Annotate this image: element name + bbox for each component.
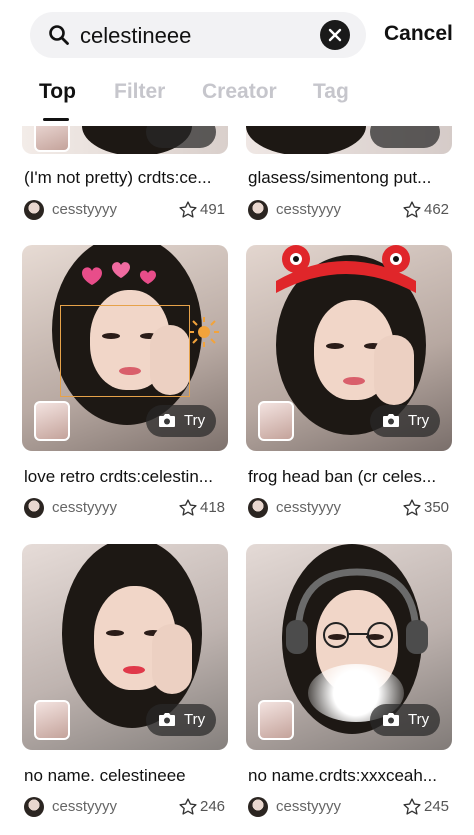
- camera-icon: [383, 414, 399, 427]
- creator-row[interactable]: cesstyyyy 418: [24, 498, 230, 520]
- avatar[interactable]: [24, 797, 44, 817]
- tab-bar: Top Filter Creator Tag: [0, 80, 474, 114]
- effect-title[interactable]: no name.crdts:xxxceah...: [248, 766, 454, 786]
- headphones-overlay: [286, 568, 428, 654]
- try-button[interactable]: [370, 126, 440, 148]
- try-label: Try: [408, 711, 430, 728]
- creator-row[interactable]: cesstyyyy 245: [248, 797, 454, 819]
- creator-name[interactable]: cesstyyyy: [276, 201, 341, 218]
- creator-row[interactable]: cesstyyyy 491: [24, 200, 230, 222]
- tab-tag[interactable]: Tag: [313, 80, 349, 104]
- creator-name[interactable]: cesstyyyy: [52, 201, 117, 218]
- result-card[interactable]: glasess/simentong put... cesstyyyy 462: [246, 126, 452, 222]
- try-button[interactable]: Try: [146, 704, 216, 736]
- tab-creator[interactable]: Creator: [202, 80, 277, 104]
- result-card[interactable]: (I'm not pretty) crdts:ce... cesstyyyy 4…: [22, 126, 228, 222]
- clear-search-button[interactable]: [320, 20, 350, 50]
- star-icon[interactable]: [402, 797, 422, 817]
- effect-thumbnail[interactable]: Try: [22, 245, 228, 451]
- result-card[interactable]: Try love retro crdts:celestin... cesstyy…: [22, 245, 228, 520]
- creator-row[interactable]: cesstyyyy 350: [248, 498, 454, 520]
- effect-thumbnail[interactable]: [246, 126, 452, 154]
- effect-preview-avatar: [34, 401, 70, 441]
- try-label: Try: [184, 412, 206, 429]
- like-count: 418: [200, 499, 226, 516]
- effect-title[interactable]: glasess/simentong put...: [248, 168, 454, 188]
- like-count: 350: [424, 499, 450, 516]
- effect-preview-avatar: [258, 700, 294, 740]
- creator-row[interactable]: cesstyyyy 246: [24, 797, 230, 819]
- tab-filter[interactable]: Filter: [114, 80, 165, 104]
- try-label: Try: [184, 711, 206, 728]
- effect-preview-avatar: [258, 401, 294, 441]
- hearts-sticker: [82, 262, 156, 285]
- star-icon[interactable]: [402, 498, 422, 518]
- effect-title[interactable]: (I'm not pretty) crdts:ce...: [24, 168, 230, 188]
- tab-indicator: [43, 118, 69, 121]
- try-label: Try: [408, 412, 430, 429]
- like-count: 462: [424, 201, 450, 218]
- effect-preview-avatar: [34, 700, 70, 740]
- avatar[interactable]: [24, 200, 44, 220]
- camera-icon: [159, 414, 175, 427]
- star-icon[interactable]: [178, 200, 198, 220]
- creator-row[interactable]: cesstyyyy 462: [248, 200, 454, 222]
- effect-title[interactable]: love retro crdts:celestin...: [24, 467, 230, 487]
- creator-name[interactable]: cesstyyyy: [276, 499, 341, 516]
- try-button[interactable]: Try: [370, 405, 440, 437]
- search-icon: [49, 25, 69, 45]
- sun-icon: [189, 317, 219, 347]
- effect-thumbnail[interactable]: Try: [246, 544, 452, 750]
- try-button[interactable]: [146, 126, 216, 148]
- avatar[interactable]: [248, 200, 268, 220]
- search-bar[interactable]: celestineee: [30, 12, 366, 58]
- effect-thumbnail[interactable]: Try: [22, 544, 228, 750]
- creator-name[interactable]: cesstyyyy: [52, 499, 117, 516]
- retro-frame: [60, 305, 190, 397]
- star-icon[interactable]: [178, 498, 198, 518]
- camera-icon: [159, 713, 175, 726]
- creator-name[interactable]: cesstyyyy: [52, 798, 117, 815]
- result-card[interactable]: Try no name.crdts:xxxceah... cesstyyyy 2…: [246, 544, 452, 820]
- creator-name[interactable]: cesstyyyy: [276, 798, 341, 815]
- star-icon[interactable]: [402, 200, 422, 220]
- effect-preview-avatar: [34, 126, 70, 152]
- avatar[interactable]: [248, 498, 268, 518]
- cancel-button[interactable]: Cancel: [384, 22, 453, 46]
- effect-thumbnail[interactable]: Try: [246, 245, 452, 451]
- result-card[interactable]: Try no name. celestineee cesstyyyy 246: [22, 544, 228, 820]
- camera-icon: [383, 713, 399, 726]
- tab-top[interactable]: Top: [39, 80, 76, 104]
- search-input[interactable]: celestineee: [80, 23, 191, 49]
- effect-title[interactable]: frog head ban (cr celes...: [248, 467, 454, 487]
- avatar[interactable]: [24, 498, 44, 518]
- star-icon[interactable]: [178, 797, 198, 817]
- like-count: 245: [424, 798, 450, 815]
- frog-headband: [276, 245, 416, 293]
- effect-thumbnail[interactable]: [22, 126, 228, 154]
- try-button[interactable]: Try: [146, 405, 216, 437]
- close-icon: [328, 28, 342, 42]
- effect-title[interactable]: no name. celestineee: [24, 766, 230, 786]
- try-button[interactable]: Try: [370, 704, 440, 736]
- like-count: 491: [200, 201, 226, 218]
- result-card[interactable]: Try frog head ban (cr celes... cesstyyyy…: [246, 245, 452, 520]
- avatar[interactable]: [248, 797, 268, 817]
- like-count: 246: [200, 798, 226, 815]
